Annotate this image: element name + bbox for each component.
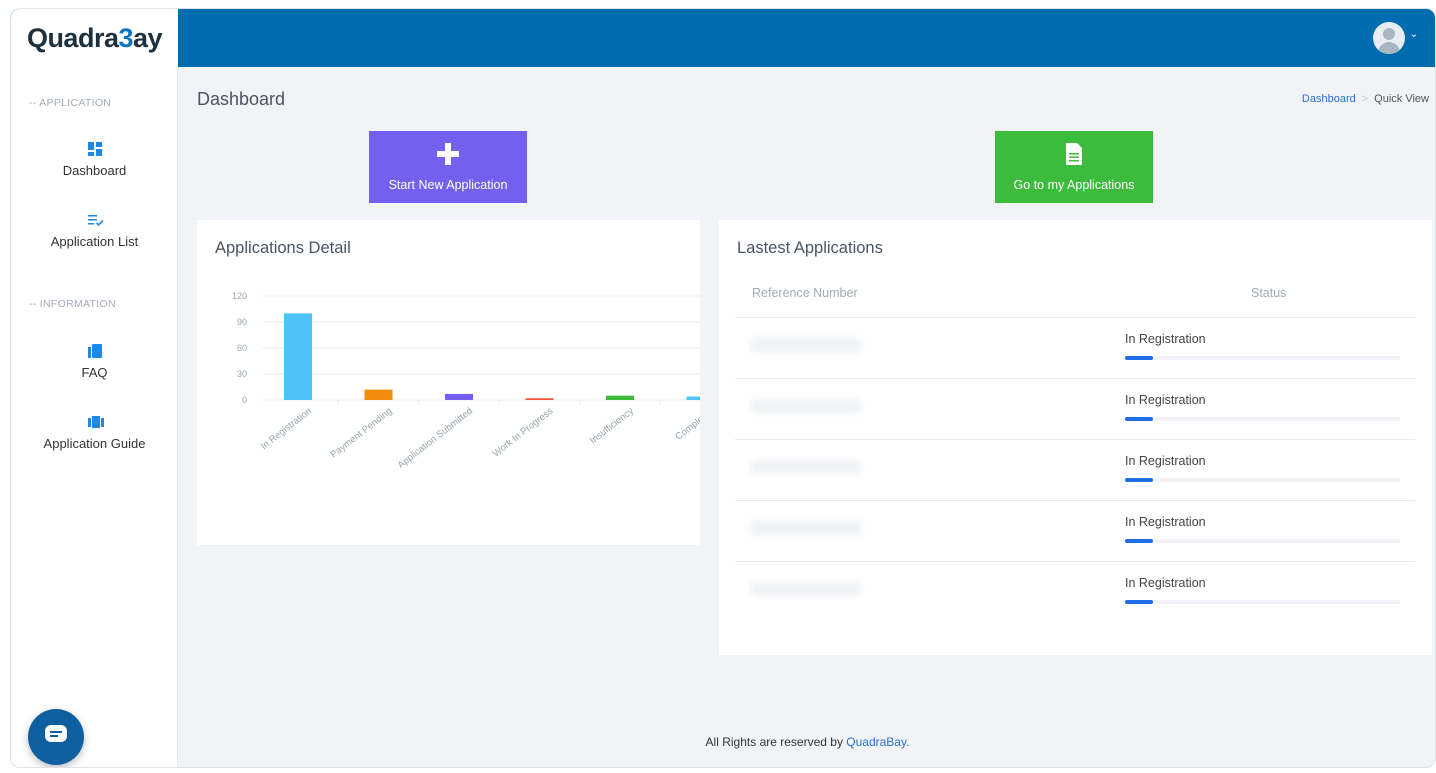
table-row[interactable]: In Registration bbox=[735, 378, 1415, 438]
logo[interactable]: Quadra3ay bbox=[11, 9, 178, 67]
sidebar-item-faq[interactable]: FAQ bbox=[11, 344, 178, 382]
progress-fill bbox=[1125, 478, 1153, 482]
progress-fill bbox=[1125, 417, 1153, 421]
button-label: Go to my Applications bbox=[1013, 177, 1135, 192]
chat-button[interactable] bbox=[28, 709, 84, 765]
top-navbar: Quadra3ay ⌄ bbox=[11, 9, 1435, 67]
progress-fill bbox=[1125, 356, 1153, 360]
applications-bar-chart: 120 90 60 30 0 In Registration Payment Pending… bbox=[232, 291, 700, 471]
chart-bar bbox=[284, 313, 312, 400]
chart-bar bbox=[606, 395, 634, 400]
breadcrumb-link-dashboard[interactable]: Dashboard bbox=[1302, 93, 1356, 105]
table-row[interactable]: In Registration bbox=[735, 561, 1415, 621]
reference-number-redacted bbox=[751, 338, 861, 352]
status-progress-bar bbox=[1125, 478, 1400, 482]
x-tick-label: Payment Pending bbox=[328, 406, 394, 461]
table-row[interactable]: In Registration bbox=[735, 439, 1415, 499]
sidebar-item-label: Dashboard bbox=[62, 163, 127, 178]
breadcrumb: Dashboard > Quick View bbox=[1302, 93, 1429, 105]
chart-bar bbox=[364, 389, 393, 400]
sidebar-item-label: Application List bbox=[50, 234, 139, 249]
column-header-status: Status bbox=[1251, 286, 1287, 300]
chart-bar bbox=[445, 393, 473, 400]
breadcrumb-separator: > bbox=[1361, 93, 1369, 105]
table-row[interactable]: In Registration bbox=[735, 317, 1415, 377]
status-text: In Registration bbox=[1125, 454, 1206, 468]
reference-number-redacted bbox=[751, 399, 861, 413]
go-to-my-applications-button[interactable]: Go to my Applications bbox=[995, 131, 1153, 203]
sidebar-section-information: -- INFORMATION bbox=[29, 298, 116, 310]
breadcrumb-current: Quick View bbox=[1374, 93, 1429, 105]
sidebar-item-label: Application Guide bbox=[43, 436, 146, 451]
x-tick-label: In Registration bbox=[259, 406, 314, 452]
x-tick-label: Application Submitted bbox=[396, 406, 475, 471]
latest-applications-card: Lastest Applications Reference Number St… bbox=[719, 220, 1432, 655]
dashboard-icon bbox=[87, 142, 102, 156]
page-title: Dashboard bbox=[197, 89, 286, 109]
status-text: In Registration bbox=[1125, 332, 1206, 346]
footer-text: All Rights are reserved by bbox=[705, 735, 847, 749]
footer: All Rights are reserved by QuadraBay. bbox=[178, 735, 1435, 749]
book-icon bbox=[87, 344, 102, 358]
plus-icon bbox=[437, 142, 459, 170]
y-tick-label: 60 bbox=[237, 343, 247, 353]
chevron-down-icon[interactable]: ⌄ bbox=[1410, 29, 1418, 40]
logo-text: Quadra3ay bbox=[26, 22, 163, 53]
status-progress-bar bbox=[1125, 356, 1400, 360]
status-progress-bar bbox=[1125, 600, 1400, 604]
guide-icon bbox=[87, 415, 104, 429]
sidebar-section-application: -- APPLICATION bbox=[29, 97, 112, 109]
sidebar: -- APPLICATION Dashboard Application Lis… bbox=[11, 67, 178, 767]
user-avatar-icon[interactable] bbox=[1373, 22, 1405, 54]
y-tick-label: 30 bbox=[237, 369, 247, 379]
column-header-reference: Reference Number bbox=[752, 286, 858, 300]
table-row[interactable]: In Registration bbox=[735, 500, 1415, 560]
y-tick-label: 120 bbox=[232, 291, 247, 301]
applications-detail-card: Applications Detail 120 90 60 30 0 In Registr… bbox=[197, 220, 700, 545]
y-tick-label: 90 bbox=[237, 317, 247, 327]
chat-icon bbox=[45, 724, 67, 750]
reference-number-redacted bbox=[751, 521, 861, 535]
status-progress-bar bbox=[1125, 539, 1400, 543]
progress-fill bbox=[1125, 539, 1153, 543]
x-tick-label: Completed bbox=[673, 406, 700, 443]
sidebar-item-application-list[interactable]: Application List bbox=[11, 213, 178, 251]
chart-bar bbox=[525, 398, 554, 400]
status-text: In Registration bbox=[1125, 515, 1206, 529]
reference-number-redacted bbox=[751, 582, 861, 596]
sidebar-item-label: FAQ bbox=[81, 365, 108, 380]
card-title: Lastest Applications bbox=[737, 239, 883, 257]
x-tick-label: Work In Progress bbox=[491, 406, 556, 460]
x-tick-label: Insufficiency bbox=[588, 406, 636, 447]
status-text: In Registration bbox=[1125, 393, 1206, 407]
progress-fill bbox=[1125, 600, 1153, 604]
button-label: Start New Application bbox=[388, 177, 508, 192]
reference-number-redacted bbox=[751, 460, 861, 474]
sidebar-item-dashboard[interactable]: Dashboard bbox=[11, 142, 178, 180]
list-check-icon bbox=[87, 213, 104, 227]
app-window: Quadra3ay ⌄ -- APPLICATION Dashboard App… bbox=[10, 8, 1436, 768]
status-progress-bar bbox=[1125, 417, 1400, 421]
sidebar-item-application-guide[interactable]: Application Guide bbox=[11, 415, 178, 453]
y-tick-label: 0 bbox=[242, 395, 247, 405]
document-icon bbox=[1066, 142, 1082, 170]
footer-brand-link[interactable]: QuadraBay. bbox=[846, 735, 909, 749]
status-text: In Registration bbox=[1125, 576, 1206, 590]
chart-bar bbox=[686, 396, 700, 400]
start-new-application-button[interactable]: Start New Application bbox=[369, 131, 527, 203]
